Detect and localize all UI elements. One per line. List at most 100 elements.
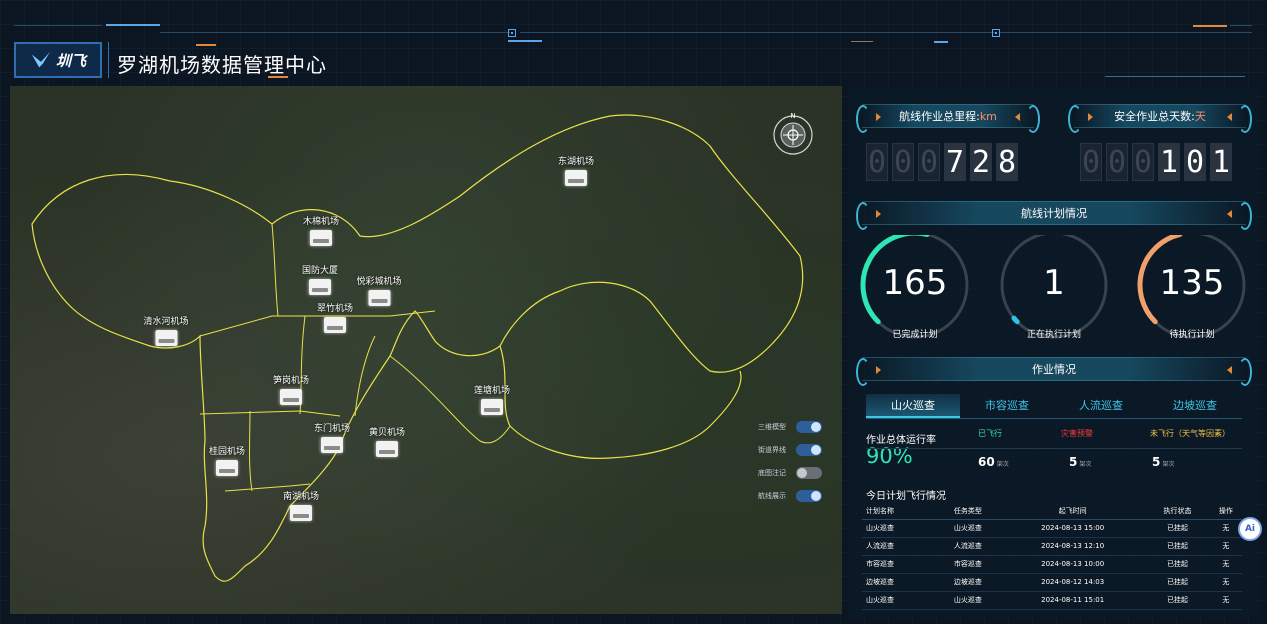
counter-digit: 1: [1158, 143, 1180, 181]
drone-dock-icon: [367, 290, 390, 306]
marker-label: 悦彩城机场: [356, 277, 402, 287]
header-cap-icon: [1238, 199, 1252, 230]
ops-title: 作业情况: [1032, 363, 1076, 376]
counter-digit: 7: [944, 143, 966, 181]
table-cell: 已挂起: [1145, 573, 1210, 592]
map-marker[interactable]: 清水河机场: [143, 314, 189, 346]
marker-label: 清水河机场: [143, 317, 189, 327]
arrow-right-icon: [1227, 210, 1232, 218]
map-marker[interactable]: 南湖机场: [283, 489, 319, 521]
header-cap-icon: [1068, 102, 1082, 133]
counter-digit: 2: [970, 143, 992, 181]
stat-label-warning: 灾害预警: [1061, 429, 1093, 438]
table-cell: 市容巡查: [935, 555, 1001, 574]
ai-assistant-button[interactable]: Ai: [1238, 517, 1262, 541]
top-decor-line: [1105, 76, 1245, 77]
column-header: 计划名称: [862, 503, 936, 520]
header-cap-icon: [856, 102, 870, 133]
mileage-label: 航线作业总里程:: [899, 110, 980, 123]
layer-switch-street[interactable]: [796, 443, 822, 456]
map-view[interactable]: 东湖机场 木棉机场 国防大厦 悦彩城机场 翠竹机场 清水河机场 笋岗机场 莲塘机…: [10, 86, 842, 614]
counter-digit: 0: [892, 143, 914, 181]
gauge-pending: 135 待执行计划: [1134, 231, 1250, 351]
tab-crowd-patrol[interactable]: 人流巡查: [1054, 394, 1148, 418]
bird-logo-icon: [31, 51, 51, 68]
arrow-right-icon: [1015, 113, 1020, 121]
layer-switch-annotation[interactable]: [796, 466, 822, 479]
stat-number: 60: [978, 455, 995, 469]
layer-toggle-row: 街道界线: [746, 438, 822, 461]
layer-toggle-label: 街道界线: [758, 445, 786, 454]
table-row[interactable]: 山火巡查 山火巡查 2024-08-11 15:01 已挂起 无: [862, 591, 1242, 610]
tab-slope-patrol[interactable]: 边坡巡查: [1148, 394, 1242, 418]
table-cell: 人流巡查: [862, 537, 936, 556]
layer-toggle-label: 三维模型: [758, 422, 786, 431]
table-cell: 无: [1209, 555, 1242, 574]
gauge-completed: 165 已完成计划: [857, 230, 973, 351]
schedule-title: 今日计划飞行情况: [866, 491, 946, 502]
stat-unit: 架次: [1079, 461, 1092, 468]
table-cell: 已挂起: [1145, 537, 1210, 556]
map-marker[interactable]: 黄贝机场: [369, 425, 405, 457]
layer-toggle-row: 三维模型: [746, 415, 822, 438]
layer-switch-route[interactable]: [796, 489, 822, 502]
table-row[interactable]: 边坡巡查 边坡巡查 2024-08-12 14:03 已挂起 无: [862, 573, 1242, 592]
counter-digit: 0: [1106, 143, 1128, 181]
map-marker[interactable]: 莲塘机场: [474, 383, 510, 415]
map-marker[interactable]: 东湖机场: [558, 154, 594, 186]
counter-digit: 0: [866, 143, 888, 181]
map-marker[interactable]: 笋岗机场: [273, 373, 309, 405]
safe-days-unit: 天: [1194, 110, 1206, 123]
counter-digit: 0: [1080, 143, 1102, 181]
plan-title: 航线计划情况: [1021, 207, 1087, 220]
table-cell: 山火巡查: [935, 591, 1001, 610]
map-marker[interactable]: 国防大厦: [302, 263, 338, 295]
map-marker[interactable]: 翠竹机场: [317, 301, 353, 333]
table-cell: 已挂起: [1145, 519, 1210, 538]
top-decor-line: [1193, 25, 1227, 27]
drone-dock-icon: [323, 317, 346, 333]
compass-icon[interactable]: N: [770, 110, 816, 156]
gauge-value: 135: [1159, 263, 1225, 303]
gauge-value: 165: [882, 263, 948, 303]
gauge-value: 1: [1043, 263, 1065, 303]
stat-unit: 架次: [996, 461, 1009, 468]
column-header: 起飞时间: [1000, 503, 1146, 520]
map-marker[interactable]: 木棉机场: [303, 214, 339, 246]
district-boundary: [31, 114, 804, 582]
header-cap-icon: [1238, 102, 1252, 133]
table-cell: 山火巡查: [862, 519, 936, 538]
layer-switch-3d[interactable]: [796, 420, 822, 433]
table-cell: 已挂起: [1145, 555, 1210, 574]
column-header: 执行状态: [1145, 503, 1210, 520]
table-row[interactable]: 人流巡查 人流巡查 2024-08-13 12:10 已挂起 无: [862, 537, 1242, 556]
tab-city-patrol[interactable]: 市容巡查: [960, 394, 1054, 418]
table-row[interactable]: 山火巡查 山火巡查 2024-08-13 15:00 已挂起 无: [862, 519, 1242, 538]
stat-label-flown: 已飞行: [978, 429, 1002, 438]
marker-label: 国防大厦: [301, 266, 339, 276]
arrow-left-icon: [876, 210, 881, 218]
stat-label-not-flown: 未飞行（天气等因素）: [1150, 429, 1230, 438]
gauge-label: 已完成计划: [892, 330, 938, 340]
top-decor-line: [508, 40, 542, 42]
schedule-table: 计划名称 任务类型 起飞时间 执行状态 操作 山火巡查 山火巡查 2024-08…: [862, 503, 1242, 610]
drone-dock-icon: [320, 437, 343, 453]
table-cell: 无: [1209, 591, 1242, 610]
marker-label: 笋岗机场: [272, 376, 310, 386]
map-marker[interactable]: 悦彩城机场: [356, 274, 402, 306]
table-cell: 2024-08-11 15:01: [1000, 591, 1146, 610]
mileage-unit: km: [979, 109, 997, 123]
map-marker[interactable]: 东门机场: [314, 421, 350, 453]
layer-toggle-label: 航线展示: [758, 491, 786, 500]
drone-dock-icon: [215, 460, 238, 476]
drone-dock-icon: [564, 170, 587, 186]
arrow-left-icon: [1088, 113, 1093, 121]
top-decor-line: [196, 44, 216, 46]
drone-dock-icon: [289, 505, 312, 521]
counter-digit: 0: [1132, 143, 1154, 181]
table-row[interactable]: 市容巡查 市容巡查 2024-08-13 10:00 已挂起 无: [862, 555, 1242, 574]
map-marker[interactable]: 桂园机场: [209, 444, 245, 476]
tab-fire-patrol[interactable]: 山火巡查: [866, 394, 960, 418]
table-cell: 已挂起: [1145, 591, 1210, 610]
ops-header: 作业情况: [856, 357, 1252, 386]
